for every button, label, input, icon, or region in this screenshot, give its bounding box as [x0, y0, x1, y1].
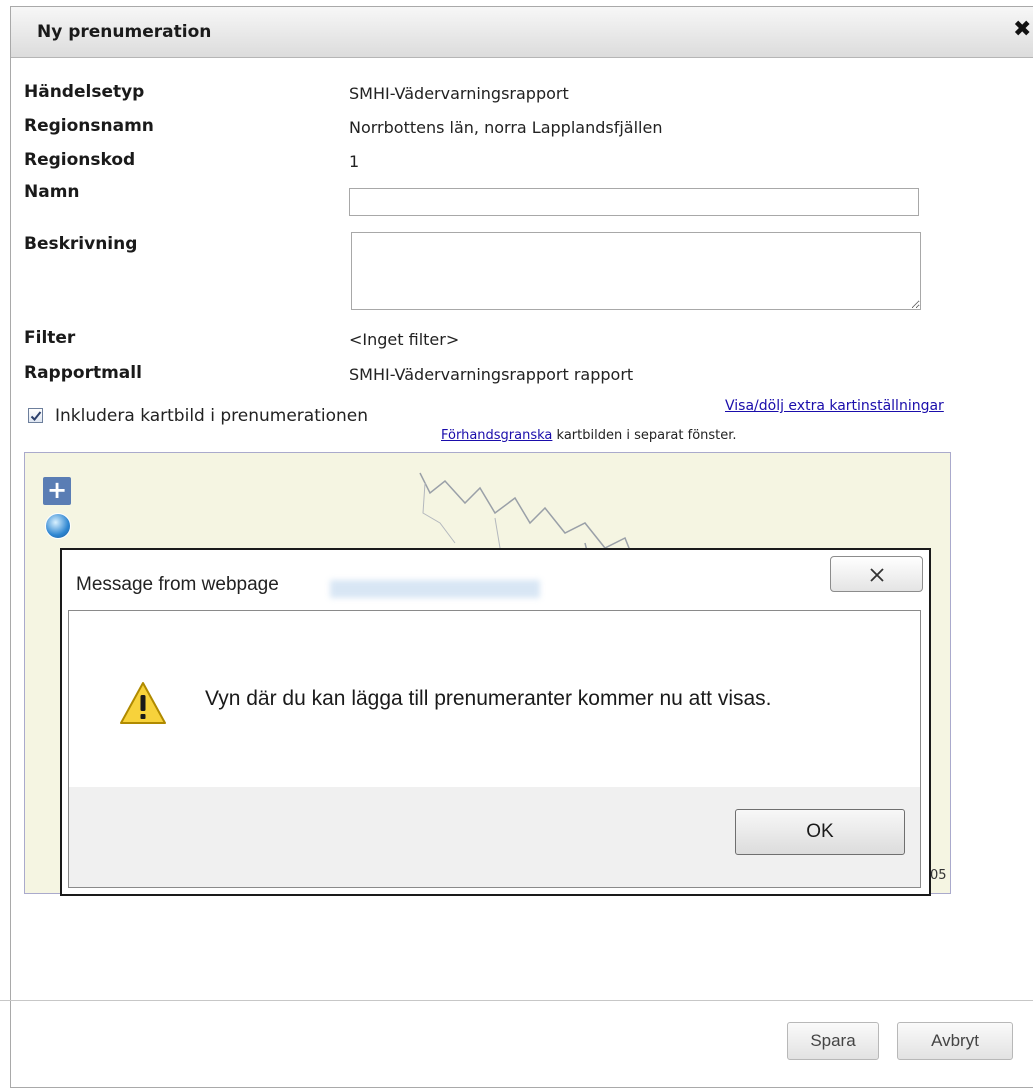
description-textarea[interactable]	[351, 232, 921, 310]
message-box: Message from webpage Vyn där du kan lägg…	[60, 548, 931, 896]
preview-link[interactable]: Förhandsgranska	[441, 428, 552, 443]
event-type-value: SMHI-Vädervarningsrapport	[349, 84, 569, 103]
message-text: Vyn där du kan lägga till prenumeranter …	[205, 687, 772, 710]
message-box-title: Message from webpage	[76, 574, 279, 595]
blurred-title-area	[330, 580, 540, 598]
globe-icon[interactable]	[45, 513, 71, 539]
zoom-in-button[interactable]: +	[43, 477, 71, 505]
save-button[interactable]: Spara	[787, 1022, 879, 1060]
description-label: Beskrivning	[24, 234, 138, 254]
preview-suffix: kartbilden i separat fönster.	[552, 428, 737, 443]
preview-line: Förhandsgranska kartbilden i separat fön…	[441, 428, 737, 443]
close-icon[interactable]: ✖	[1013, 19, 1031, 41]
name-input[interactable]	[349, 188, 919, 216]
message-body: Vyn där du kan lägga till prenumeranter …	[68, 610, 921, 888]
cancel-button[interactable]: Avbryt	[897, 1022, 1013, 1060]
event-type-label: Händelsetyp	[24, 82, 145, 102]
name-label: Namn	[24, 182, 80, 202]
footer-divider	[0, 1000, 1033, 1001]
report-template-label: Rapportmall	[24, 363, 142, 383]
map-attribution: 05	[930, 868, 947, 883]
include-map-label: Inkludera kartbild i prenumerationen	[55, 406, 369, 426]
region-name-value: Norrbottens län, norra Lapplandsfjällen	[349, 118, 663, 137]
checkmark-icon	[30, 411, 42, 421]
dialog-header: Ny prenumeration ✖	[11, 7, 1033, 58]
region-code-value: 1	[349, 152, 360, 171]
include-map-checkbox[interactable]	[28, 408, 43, 423]
dialog-title: Ny prenumeration	[37, 22, 212, 42]
close-icon	[870, 568, 884, 582]
report-template-value: SMHI-Vädervarningsrapport rapport	[349, 365, 634, 384]
region-name-label: Regionsnamn	[24, 116, 154, 136]
toggle-map-settings-link[interactable]: Visa/dölj extra kartinställningar	[725, 398, 944, 414]
ok-button[interactable]: OK	[735, 809, 905, 855]
filter-label: Filter	[24, 328, 76, 348]
warning-icon	[120, 682, 166, 724]
message-close-button[interactable]	[830, 556, 923, 592]
filter-value: <Inget filter>	[349, 330, 460, 349]
region-code-label: Regionskod	[24, 150, 136, 170]
